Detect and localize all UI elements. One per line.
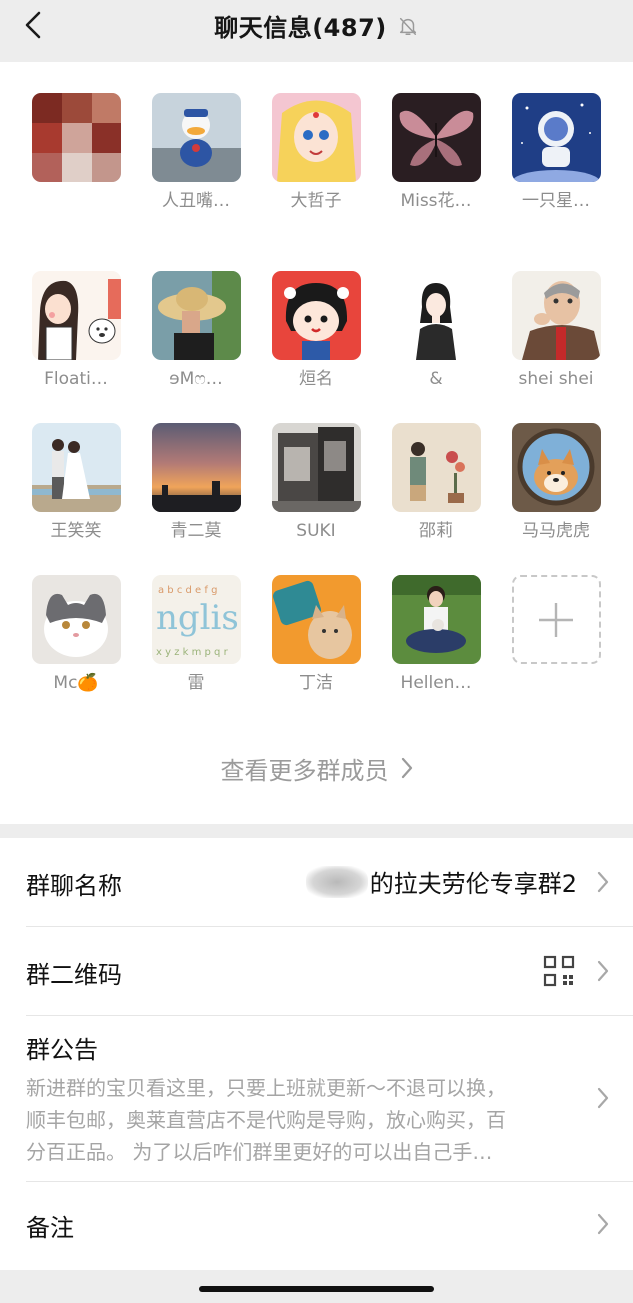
blurred-text: [305, 865, 368, 898]
member-name: shei shei: [518, 369, 594, 389]
member-item[interactable]: Miss花…: [384, 93, 488, 223]
notice-line: 新进群的宝贝看这里，只要上班就更新～不退可以换，: [26, 1076, 506, 1100]
add-member-button[interactable]: [504, 575, 608, 705]
member-name: Hellen…: [400, 673, 472, 693]
notice-line: 顺丰包邮，奥莱直营店不是代购是导购，放心购买，百: [26, 1108, 506, 1132]
nav-bar: 聊天信息(487): [0, 0, 633, 62]
group-notice-text: 新进群的宝贝看这里，只要上班就更新～不退可以换， 顺丰包邮，奥莱直营店不是代购是…: [26, 1072, 566, 1168]
member-avatar: [511, 271, 601, 360]
member-avatar: [271, 423, 361, 512]
remark-row[interactable]: 备注: [0, 1182, 633, 1270]
chevron-right-icon: [597, 960, 609, 982]
group-name-label: 群聊名称: [26, 872, 122, 900]
home-indicator[interactable]: [199, 1286, 434, 1292]
member-name: 马马虎虎: [522, 521, 590, 541]
member-item[interactable]: 大哲子: [264, 93, 368, 223]
member-avatar: [391, 423, 481, 512]
member-name: 青二莫: [170, 521, 222, 541]
svg-text:a b c d e f g: a b c d e f g: [158, 585, 217, 596]
title-area: 聊天信息(487): [0, 6, 633, 44]
group-name-row[interactable]: 群聊名称 的拉夫劳伦专享群2: [0, 838, 633, 926]
member-item[interactable]: [24, 93, 128, 223]
member-avatar: [31, 271, 121, 360]
member-avatar: nglis a b c d e f g x y z k m p q r: [151, 575, 241, 664]
member-item[interactable]: ɘMෆ…: [144, 271, 248, 401]
member-name: 丁洁: [299, 673, 333, 693]
member-avatar: [271, 575, 361, 664]
member-name: 雷: [187, 673, 205, 693]
member-avatar: [151, 93, 241, 182]
member-avatar: [31, 423, 121, 512]
member-item[interactable]: 王笑笑: [24, 423, 128, 553]
member-item[interactable]: 一只星…: [504, 93, 608, 223]
member-item[interactable]: 丁洁: [264, 575, 368, 705]
member-avatar: [511, 423, 601, 512]
member-item[interactable]: nglis a b c d e f g x y z k m p q r 雷: [144, 575, 248, 705]
view-more-members-link[interactable]: 查看更多群成员: [0, 750, 633, 786]
member-avatar: [511, 93, 601, 182]
member-avatar: [391, 575, 481, 664]
member-item[interactable]: 邵莉: [384, 423, 488, 553]
chevron-right-icon: [401, 757, 412, 779]
member-avatar: [151, 271, 241, 360]
settings-list: 群聊名称 的拉夫劳伦专享群2 群二维码 群公告 新进群的宝贝看这里，只要上班就更…: [0, 838, 633, 1270]
group-notice-label: 群公告: [26, 1036, 98, 1064]
svg-text:nglis: nglis: [156, 598, 239, 638]
remark-label: 备注: [26, 1214, 74, 1242]
member-name: ɘMෆ…: [169, 369, 223, 389]
qr-code-label: 群二维码: [26, 961, 122, 989]
member-name: 邵莉: [419, 521, 453, 541]
chevron-right-icon: [597, 1213, 609, 1235]
member-item[interactable]: 烜名: [264, 271, 368, 401]
qr-code-row[interactable]: 群二维码: [0, 927, 633, 1015]
member-item[interactable]: 人丑嘴…: [144, 93, 248, 223]
bell-muted-icon: [399, 17, 416, 35]
plus-icon: [539, 602, 573, 637]
view-more-members-label: 查看更多群成员: [220, 756, 389, 785]
member-item[interactable]: 青二莫: [144, 423, 248, 553]
group-name-text: 的拉夫劳伦专享群2: [369, 870, 577, 898]
member-name: Miss花…: [400, 191, 472, 211]
member-avatar: [391, 93, 481, 182]
member-item[interactable]: shei shei: [504, 271, 608, 401]
member-item[interactable]: SUKI: [264, 423, 368, 553]
member-avatar: [391, 271, 481, 360]
chevron-right-icon: [597, 1087, 609, 1109]
member-name: 王笑笑: [50, 521, 102, 541]
member-avatar: [31, 575, 121, 664]
member-name: 大哲子: [290, 191, 342, 211]
group-name-value: 的拉夫劳伦专享群2: [305, 864, 577, 899]
page-title: 聊天信息(487): [214, 13, 387, 42]
member-item[interactable]: Floati…: [24, 271, 128, 401]
member-avatar: [271, 271, 361, 360]
member-name: &: [429, 369, 443, 389]
member-name: 人丑嘴…: [162, 191, 230, 211]
qr-code-icon: [543, 955, 575, 987]
member-name: Floati…: [44, 369, 108, 389]
svg-text:x y z k m p q r: x y z k m p q r: [156, 647, 229, 658]
member-item[interactable]: &: [384, 271, 488, 401]
member-grid: 人丑嘴… 大哲子 Miss花… 一只星… Floati… ɘMෆ… 烜名 & s…: [0, 62, 633, 824]
notice-line: 分百正品。 为了以后咋们群里更好的可以出自己手…: [26, 1140, 493, 1164]
add-member-tile[interactable]: [511, 575, 601, 664]
member-avatar: [151, 423, 241, 512]
member-name: Mc🍊: [53, 673, 99, 693]
member-item[interactable]: Hellen…: [384, 575, 488, 705]
member-item[interactable]: 马马虎虎: [504, 423, 608, 553]
member-item[interactable]: Mc🍊: [24, 575, 128, 705]
chevron-right-icon: [597, 871, 609, 893]
member-name: SUKI: [296, 521, 336, 541]
member-avatar: [31, 93, 121, 182]
member-avatar: [271, 93, 361, 182]
member-name: 一只星…: [522, 191, 590, 211]
group-notice-row[interactable]: 群公告 新进群的宝贝看这里，只要上班就更新～不退可以换， 顺丰包邮，奥莱直营店不…: [0, 1016, 633, 1181]
member-name: 烜名: [299, 369, 333, 389]
